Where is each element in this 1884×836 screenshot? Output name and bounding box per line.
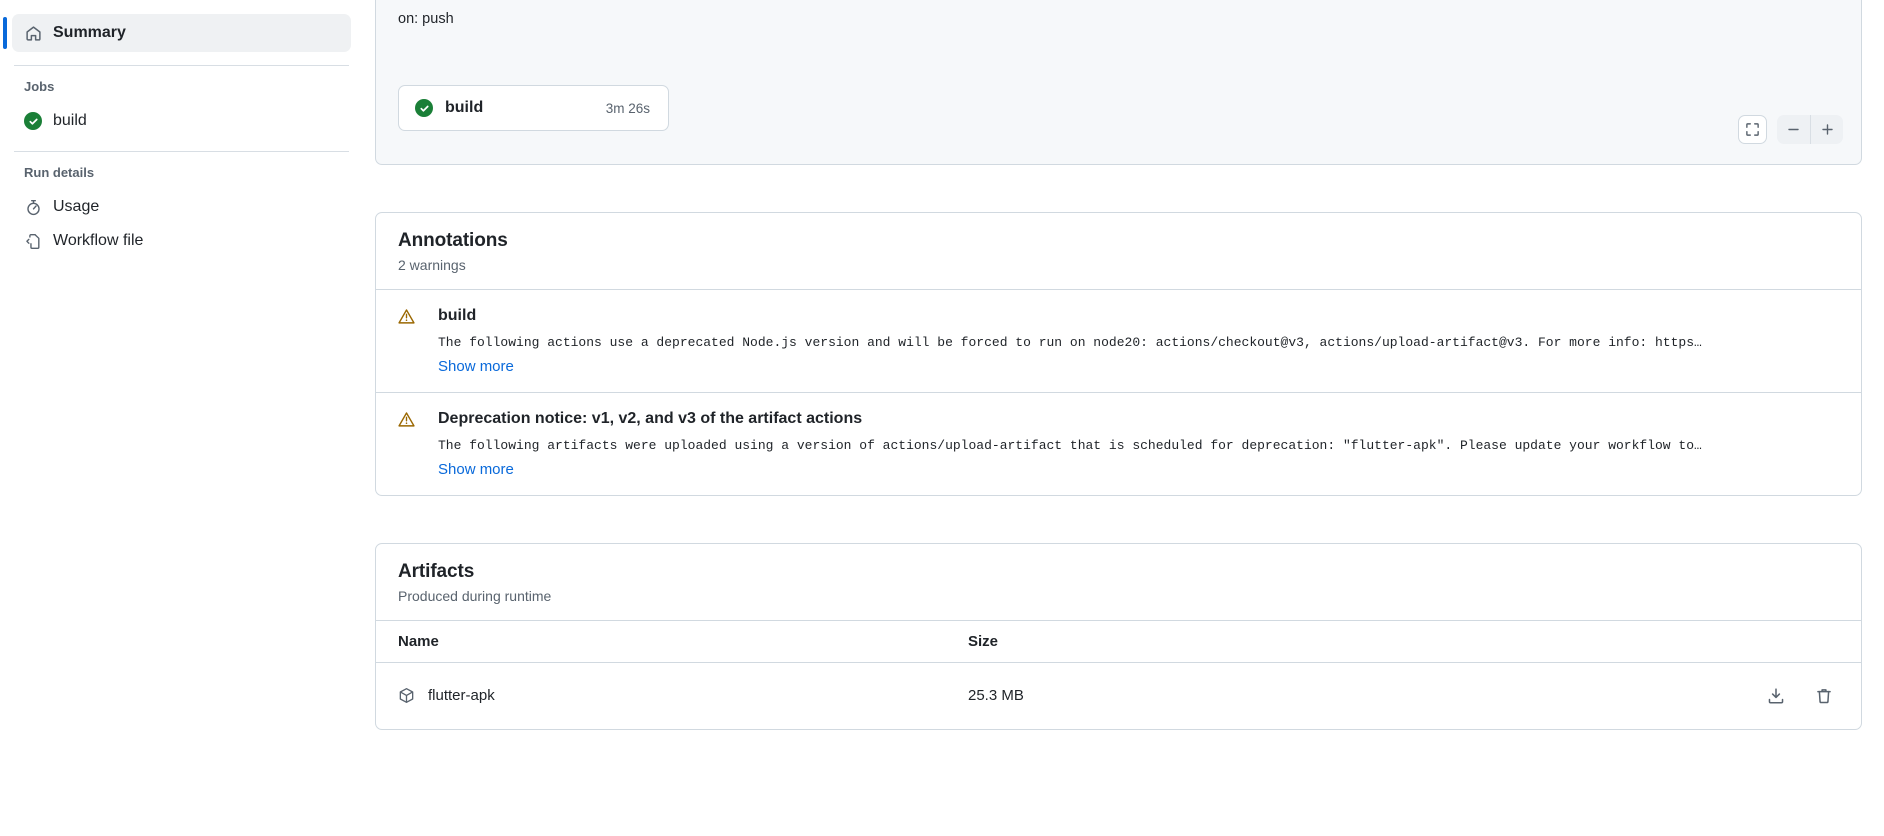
annotations-card: Annotations 2 warnings build The followi… — [375, 212, 1862, 496]
zoom-in-button[interactable] — [1810, 115, 1843, 144]
annotations-subtitle: 2 warnings — [398, 257, 466, 273]
sidebar-item-summary[interactable]: Summary — [3, 14, 351, 52]
sidebar-group-jobs-title: Jobs — [24, 79, 55, 94]
download-icon[interactable] — [1761, 681, 1791, 711]
zoom-segmented-control — [1777, 115, 1843, 144]
artifacts-table-header-row: Name Size — [376, 619, 1861, 663]
code-file-icon — [24, 232, 42, 250]
workflow-run-summary-page: Summary Jobs build Run details Usage Wor… — [0, 0, 1884, 836]
artifacts-subtitle: Produced during runtime — [398, 587, 552, 604]
success-check-icon — [415, 99, 433, 117]
annotation-message: The following artifacts were uploaded us… — [438, 437, 1702, 453]
artifact-name-cell: flutter-apk — [376, 662, 946, 729]
annotation-body: build The following actions use a deprec… — [416, 306, 1839, 376]
warning-icon — [398, 411, 416, 479]
warning-icon — [398, 308, 416, 376]
graph-job-node-duration: 3m 26s — [605, 100, 650, 116]
artifacts-card: Artifacts Produced during runtime Name S… — [375, 542, 1862, 730]
sidebar-divider-2 — [14, 151, 349, 152]
sidebar-item-usage-label: Usage — [53, 198, 100, 215]
table-row: flutter-apk 25.3 MB — [376, 662, 1861, 729]
annotation-title: Deprecation notice: v1, v2, and v3 of th… — [438, 409, 863, 427]
sidebar-item-workflow-file-label: Workflow file — [53, 232, 144, 249]
annotation-show-more-link[interactable]: Show more — [438, 461, 514, 478]
graph-zoom-controls — [1738, 115, 1843, 144]
success-check-icon — [24, 112, 42, 130]
annotation-body: Deprecation notice: v1, v2, and v3 of th… — [416, 409, 1839, 479]
sidebar-divider-1 — [14, 65, 349, 66]
run-sidebar: Summary Jobs build Run details Usage Wor… — [0, 0, 375, 836]
sidebar-job-label: build — [53, 112, 87, 129]
annotation-message: The following actions use a deprecated N… — [438, 334, 1702, 350]
package-icon — [398, 687, 415, 704]
artifacts-header: Artifacts Produced during runtime — [376, 544, 1861, 620]
home-icon — [24, 24, 42, 42]
sidebar-item-job-build[interactable]: build — [12, 104, 351, 138]
zoom-out-button[interactable] — [1777, 115, 1810, 144]
annotation-show-more-link[interactable]: Show more — [438, 358, 514, 375]
artifacts-column-actions — [1246, 619, 1861, 663]
fit-screen-icon[interactable] — [1738, 115, 1767, 144]
sidebar-item-usage[interactable]: Usage — [12, 190, 351, 224]
graph-job-node-label: build — [445, 99, 484, 116]
sidebar-item-workflow-file[interactable]: Workflow file — [12, 224, 351, 258]
artifact-size: 25.3 MB — [968, 687, 1024, 705]
workflow-graph-panel: on: push build 3m 26s — [375, 0, 1862, 165]
artifacts-column-size: Size — [946, 619, 1246, 663]
annotation-item: Deprecation notice: v1, v2, and v3 of th… — [376, 391, 1861, 495]
artifacts-column-name: Name — [376, 619, 946, 663]
graph-job-node-build[interactable]: build 3m 26s — [398, 85, 669, 131]
sidebar-group-run-details-title: Run details — [24, 165, 95, 180]
workflow-trigger-label: on: push — [398, 11, 454, 27]
annotations-title: Annotations — [398, 230, 508, 251]
artifacts-title: Artifacts — [398, 560, 475, 582]
annotation-title: build — [438, 307, 477, 324]
trash-icon[interactable] — [1809, 681, 1839, 711]
run-main-content: on: push build 3m 26s Annotations 2 warn… — [375, 0, 1884, 836]
stopwatch-icon — [24, 198, 42, 216]
sidebar-item-summary-label: Summary — [53, 24, 126, 41]
artifact-name[interactable]: flutter-apk — [428, 687, 495, 704]
artifacts-table: Name Size flutter-apk 25.3 MB — [376, 619, 1861, 729]
annotations-header: Annotations 2 warnings — [376, 213, 1861, 289]
artifact-row-actions — [1246, 662, 1861, 729]
annotation-item: build The following actions use a deprec… — [376, 289, 1861, 392]
